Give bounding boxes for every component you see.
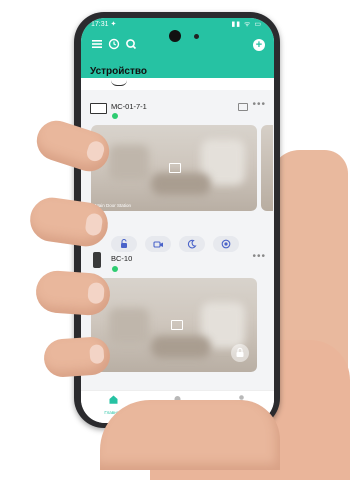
- status-time: 17:31 ✦: [91, 21, 117, 28]
- device-row-mc-01[interactable]: MC-01-7-1 •••: [81, 99, 274, 122]
- record-icon[interactable]: [213, 236, 239, 252]
- indoor-monitor-icon: [90, 103, 107, 114]
- sensor-dot: [194, 34, 199, 39]
- unlock-button[interactable]: [231, 344, 249, 362]
- monitor-view-icon[interactable]: [238, 103, 248, 111]
- device-row-bc-10[interactable]: BC-10 •••: [81, 251, 274, 274]
- device-preview-mc-01[interactable]: Main Door Station: [91, 125, 257, 211]
- page-title: Устройство: [90, 66, 147, 77]
- phone-screen: 17:31 ✦ ▮▮ ᯤ ▭ + Устройство MC-01-7-1 ••…: [81, 18, 274, 423]
- door-unlock-icon[interactable]: [111, 236, 137, 252]
- device-name: BC-10: [111, 254, 133, 263]
- photo-scene: 17:31 ✦ ▮▮ ᯤ ▭ + Устройство MC-01-7-1 ••…: [0, 0, 356, 480]
- add-device-button[interactable]: +: [253, 39, 265, 51]
- image-placeholder-icon: [169, 163, 181, 173]
- door-panel-icon: [93, 252, 101, 268]
- menu-icon[interactable]: [90, 38, 104, 52]
- more-options-icon[interactable]: •••: [252, 251, 266, 262]
- online-status-dot: [112, 266, 118, 272]
- finger-ring: [34, 269, 112, 317]
- hand-base: [100, 400, 280, 470]
- finger-little: [42, 335, 112, 379]
- title-underline: [111, 80, 127, 86]
- status-icons: ▮▮ ᯤ ▭: [231, 21, 262, 28]
- front-camera: [169, 30, 181, 42]
- do-not-disturb-icon[interactable]: [179, 236, 205, 252]
- device-name: MC-01-7-1: [111, 102, 147, 111]
- more-options-icon[interactable]: •••: [252, 99, 266, 110]
- history-icon[interactable]: [107, 38, 121, 52]
- image-placeholder-icon: [171, 320, 183, 330]
- device-preview-bc-10[interactable]: [91, 278, 257, 372]
- camera-icon[interactable]: [145, 236, 171, 252]
- online-status-dot: [112, 113, 118, 119]
- search-icon[interactable]: [124, 38, 138, 52]
- next-preview-edge[interactable]: [261, 125, 273, 211]
